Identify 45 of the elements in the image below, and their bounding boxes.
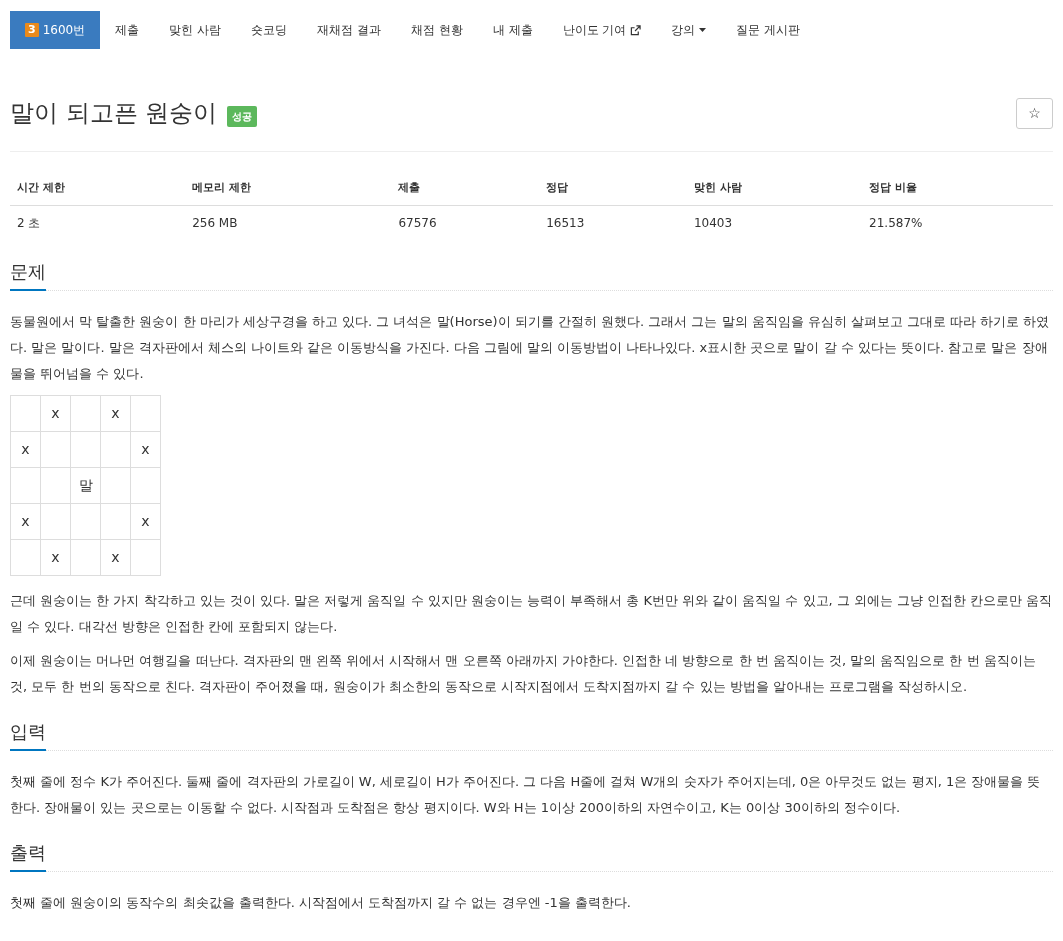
column-header: 시간 제한 bbox=[17, 181, 65, 194]
column-header: 제출 bbox=[398, 181, 421, 194]
section-heading: 입력 bbox=[10, 717, 46, 751]
grid-mark: x bbox=[141, 512, 150, 529]
nav-tab[interactable]: 제출 bbox=[100, 11, 155, 49]
grid-mark: x bbox=[141, 440, 150, 457]
problem-paragraph: 첫째 줄에 정수 K가 주어진다. 둘째 줄에 격자판의 가로길이 W, 세로길이 H가 주어진다. 그 다음 H줄에 걸쳐 W개의 숫자가 주어지는데, 0은 아무것도 없는 평지, 1은 장애물을 뜻한다. 장애물이 있는 곳으로는 이동할 수 없다. 시작점과 도착점은 항상 평지이다. W와 H는 1이상 200이하의 자연수이고, K는 0이상 30이하의 정수이다. bbox=[10, 772, 1042, 817]
grid-mark: x bbox=[21, 512, 30, 529]
grid-mark: x bbox=[51, 404, 60, 421]
nav-tab[interactable]: 재채점 결과 bbox=[302, 11, 396, 49]
nav-tab[interactable]: 강의 bbox=[656, 11, 722, 49]
column-header: 맞힌 사람 bbox=[693, 181, 742, 194]
grid-mark: x bbox=[111, 548, 120, 565]
table-cell: 67576 bbox=[398, 215, 437, 230]
problem-paragraph: 동물원에서 막 탈출한 원숭이 한 마리가 세상구경을 하고 있다. 그 녀석은 말(Horse)이 되기를 간절히 원했다. 그래서 그는 말의 움직임을 유심히 살펴보고 그대로 따라 하기로 하였다. 말은 말이다. 말은 격자판에서 체스의 나이트와 같은 이동방식을 가진다. 다음 그림에 말의 이동방법이 나타나있다. x표시한 곳으로 말이 갈 수 있다는 뜻이다. 참고로 말은 장애물을 뛰어넘을 수 있다. bbox=[10, 312, 1051, 383]
column-header: 정답 bbox=[546, 181, 569, 194]
grid-mark: x bbox=[111, 404, 120, 421]
status-badge: 성공 bbox=[227, 105, 258, 127]
table-cell: 21.587% bbox=[869, 215, 923, 230]
nav-tab[interactable]: 질문 게시판 bbox=[721, 11, 816, 49]
nav-tab[interactable]: 내 제출 bbox=[477, 11, 548, 49]
section-heading: 문제 bbox=[10, 257, 46, 291]
tier-badge: 3 bbox=[25, 23, 39, 37]
table-cell: 16513 bbox=[546, 215, 585, 230]
section-heading: 출력 bbox=[10, 838, 46, 872]
column-header: 메모리 제한 bbox=[192, 181, 251, 194]
grid-mark: 말 bbox=[78, 476, 93, 493]
problem-paragraph: 첫째 줄에 원숭이의 동작수의 최솟값을 출력한다. 시작점에서 도착점까지 갈 수 없는 경우엔 -1을 출력한다. bbox=[10, 893, 632, 912]
table-cell: 2 초 bbox=[17, 215, 41, 230]
column-header: 정답 비율 bbox=[869, 181, 917, 194]
nav-tab[interactable]: 맞힌 사람 bbox=[154, 11, 237, 49]
table-cell: 10403 bbox=[693, 215, 733, 230]
nav-tab[interactable]: 채점 현황 bbox=[395, 11, 478, 49]
problem-title: 말이 되고픈 원숭이 bbox=[10, 98, 218, 129]
nav-tab[interactable]: 난이도 기여 bbox=[547, 11, 657, 49]
nav-tab[interactable]: 3 1600번 bbox=[10, 11, 101, 49]
nav-tab[interactable]: 숏코딩 bbox=[236, 11, 303, 49]
problem-paragraph: 근데 원숭이는 한 가지 착각하고 있는 것이 있다. 말은 저렇게 움직일 수 있지만 원숭이는 능력이 부족해서 총 K번만 위와 같이 움직일 수 있고, 그 외에는 그냥 인접한 칸으로만 움직일 수 있다. 대각선 방향은 인접한 칸에 포함되지 않는다. bbox=[10, 591, 1053, 636]
problem-paragraph: 이제 원숭이는 머나먼 여행길을 떠난다. 격자판의 맨 왼쪽 위에서 시작해서 맨 오른쪽 아래까지 가야한다. 인접한 네 방향으로 한 번 움직이는 것, 말의 움직임으로 한 번 움직이는 것, 모두 한 번의 동작으로 친다. 격자판이 주어졌을 때, 원숭이가 최소한의 동작으로 시작지점에서 도착지점까지 갈 수 있는 방법을 알아내는 프로그램을 작성하시오. bbox=[10, 651, 1037, 696]
grid-mark: x bbox=[51, 548, 60, 565]
star-button[interactable]: ☆ bbox=[1016, 97, 1053, 129]
grid-mark: x bbox=[21, 440, 30, 457]
table-cell: 256 MB bbox=[192, 215, 238, 230]
external-link-icon bbox=[630, 24, 642, 36]
caret-icon bbox=[699, 28, 707, 32]
